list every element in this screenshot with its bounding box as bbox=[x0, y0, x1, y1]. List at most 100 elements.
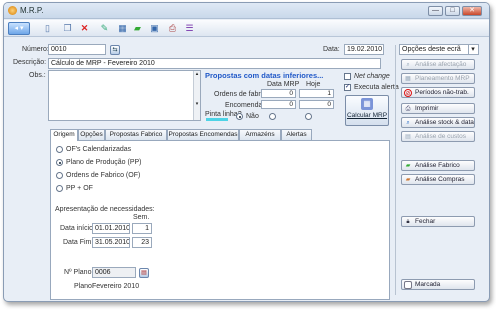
calculator-icon: ▦ bbox=[361, 98, 373, 110]
calcular-mrp-button[interactable]: ▦ Calcular MRP bbox=[345, 95, 389, 126]
fechar-label: Fechar bbox=[415, 218, 436, 225]
data-fim-sem-field[interactable]: 23 bbox=[132, 237, 152, 248]
descricao-label: Descrição: bbox=[13, 59, 47, 66]
pinta-nao-label: Não bbox=[246, 113, 259, 120]
list-icon[interactable]: ☰ bbox=[184, 23, 195, 34]
origem-tab-panel: OF's Calendarizadas Plano de Produção (P… bbox=[50, 140, 390, 300]
data-fim-field[interactable]: 31.05.2010 bbox=[92, 237, 130, 248]
analise-custos-label: Análise de custos bbox=[415, 133, 466, 140]
executa-alerta-label: Executa alerta bbox=[354, 84, 399, 91]
data-fim-label: Data Fim: bbox=[63, 239, 94, 246]
numero-field[interactable]: 0010 bbox=[48, 44, 106, 55]
apresentacao-label: Apresentação de necessidades: bbox=[55, 206, 155, 213]
options-select[interactable]: Opções deste ecrã ▾ bbox=[399, 44, 479, 55]
calendar-icon: ▦ bbox=[405, 76, 411, 82]
marcada-label: Marcada bbox=[415, 281, 441, 288]
origem-pp-of-radio[interactable] bbox=[56, 185, 63, 192]
net-change-checkbox[interactable] bbox=[344, 73, 351, 80]
new-document-icon[interactable]: ▯ bbox=[42, 23, 53, 34]
scrollbar[interactable]: ▴ ▾ bbox=[193, 71, 200, 120]
analise-fabrico-button[interactable]: ▰ Análise Fabrico bbox=[401, 160, 475, 171]
origem-ofs-radio[interactable] bbox=[56, 146, 63, 153]
maximize-button[interactable]: □ bbox=[445, 6, 460, 16]
analise-custos-button[interactable]: ▤ Análise de custos bbox=[401, 131, 475, 142]
lock-icon: 🔒︎ bbox=[406, 219, 410, 225]
print-preview-icon[interactable]: ⎙ bbox=[167, 23, 178, 34]
analise-fabrico-label: Análise Fabrico bbox=[415, 162, 460, 169]
tab-armazens[interactable]: Armazéns bbox=[239, 129, 281, 140]
analise-stock-button[interactable]: ⌕ Análise stock & data bbox=[401, 117, 475, 128]
encomendas-mrp: 0 bbox=[261, 100, 296, 109]
data-inicio-field[interactable]: 01.01.2010 bbox=[92, 223, 130, 234]
numero-lookup-icon[interactable]: ⇆ bbox=[110, 45, 120, 55]
tab-propostas-fabrico[interactable]: Propostas Fabrico bbox=[105, 129, 167, 140]
tab-opcoes[interactable]: Opções bbox=[78, 129, 105, 140]
origem-ofs-label: OF's Calendarizadas bbox=[66, 146, 132, 153]
analise-compras-button[interactable]: ▰ Análise Compras bbox=[401, 174, 475, 185]
chevron-down-icon[interactable]: ▾ bbox=[468, 45, 477, 54]
periodos-label: Períodos não-trab. bbox=[415, 89, 469, 96]
save-icon[interactable]: ▣ bbox=[149, 23, 160, 34]
net-change-label: Net change bbox=[354, 73, 390, 80]
toolbar: ◂ ▾ ▯ ❐ ✕ ✎ ▦ ▰ ▣ ⎙ ☰ bbox=[4, 20, 489, 37]
options-select-label: Opções deste ecrã bbox=[402, 46, 461, 53]
line-color-swatch[interactable] bbox=[206, 118, 228, 121]
analise-stock-label: Análise stock & data bbox=[415, 119, 474, 126]
marcada-checkbox-icon bbox=[404, 281, 412, 289]
tab-propostas-encomendas[interactable]: Propostas Encomendas bbox=[167, 129, 239, 140]
copy-icon[interactable]: ❐ bbox=[62, 23, 73, 34]
origem-of-label: Ordens de Fabrico (OF) bbox=[66, 172, 141, 179]
calcular-mrp-label: Calcular MRP bbox=[346, 112, 388, 119]
delete-icon[interactable]: ✕ bbox=[79, 23, 90, 34]
plano-label: Plano: bbox=[74, 283, 94, 290]
nplano-field[interactable]: 0006 bbox=[92, 267, 136, 278]
window-title: M.R.P. bbox=[20, 6, 44, 15]
executa-alerta-checkbox[interactable]: ✓ bbox=[344, 84, 351, 91]
data-label: Data: bbox=[323, 46, 340, 53]
origem-of-radio[interactable] bbox=[56, 172, 63, 179]
obs-textarea[interactable]: ▴ ▾ bbox=[48, 70, 201, 121]
divider bbox=[395, 45, 396, 295]
fechar-button[interactable]: 🔒︎ Fechar bbox=[401, 216, 475, 227]
tab-origem[interactable]: Origem bbox=[50, 129, 78, 141]
app-icon bbox=[8, 6, 17, 15]
analise-afectacao-button[interactable]: ⌕ Análise afectação bbox=[401, 59, 475, 70]
no-entry-icon: ⊘ bbox=[404, 89, 412, 97]
printer-icon: ⎙ bbox=[405, 106, 411, 112]
pinta-option-3-radio[interactable] bbox=[305, 113, 312, 120]
analise-afectacao-label: Análise afectação bbox=[415, 61, 467, 68]
cart-icon: ▰ bbox=[405, 177, 411, 183]
imprimir-button[interactable]: ⎙ Imprimir bbox=[401, 103, 475, 114]
planeamento-mrp-button[interactable]: ▦ Planeamento MRP bbox=[401, 73, 475, 84]
data-field[interactable]: 19.02.2010 bbox=[344, 44, 384, 55]
plano-value: Fevereiro 2010 bbox=[92, 283, 140, 290]
edit-icon[interactable]: ✎ bbox=[99, 23, 110, 34]
open-folder-icon[interactable]: ▰ bbox=[132, 23, 143, 34]
periodos-button[interactable]: ⊘ Períodos não-trab. bbox=[401, 87, 475, 98]
minimize-button[interactable]: — bbox=[428, 6, 443, 16]
grid-icon[interactable]: ▦ bbox=[117, 23, 128, 34]
coins-icon: ▤ bbox=[405, 134, 411, 140]
sem-label: Sem. bbox=[133, 214, 150, 221]
pinta-nao-radio[interactable] bbox=[236, 113, 243, 120]
proposals-title: Propostas com datas inferiores... bbox=[205, 71, 324, 80]
nplano-label: Nº Plano: bbox=[64, 269, 94, 276]
tab-alertas[interactable]: Alertas bbox=[281, 129, 312, 140]
close-button[interactable]: ✕ bbox=[462, 6, 482, 16]
data-inicio-label: Data início: bbox=[60, 225, 96, 232]
origem-pp-of-label: PP + OF bbox=[66, 185, 93, 192]
data-inicio-sem-field[interactable]: 1 bbox=[132, 223, 152, 234]
marcada-button[interactable]: Marcada bbox=[401, 279, 475, 290]
factory-icon: ▰ bbox=[405, 163, 411, 169]
plano-lookup-icon[interactable]: ▤ bbox=[139, 268, 149, 278]
descricao-field[interactable]: Cálculo de MRP - Fevereiro 2010 bbox=[48, 58, 381, 69]
pinta-option-2-radio[interactable] bbox=[269, 113, 276, 120]
analise-compras-label: Análise Compras bbox=[415, 176, 465, 183]
title-bar: M.R.P. — □ ✕ bbox=[4, 3, 489, 19]
navigate-dropdown-icon[interactable]: ◂ ▾ bbox=[8, 22, 30, 35]
mrp-window: M.R.P. — □ ✕ ◂ ▾ ▯ ❐ ✕ ✎ ▦ ▰ ▣ ⎙ ☰ Númer… bbox=[3, 2, 490, 302]
origem-pp-radio[interactable] bbox=[56, 159, 63, 166]
search-icon: ⌕ bbox=[406, 62, 410, 68]
planeamento-mrp-label: Planeamento MRP bbox=[415, 75, 470, 82]
magnifier-icon: ⌕ bbox=[406, 120, 410, 126]
